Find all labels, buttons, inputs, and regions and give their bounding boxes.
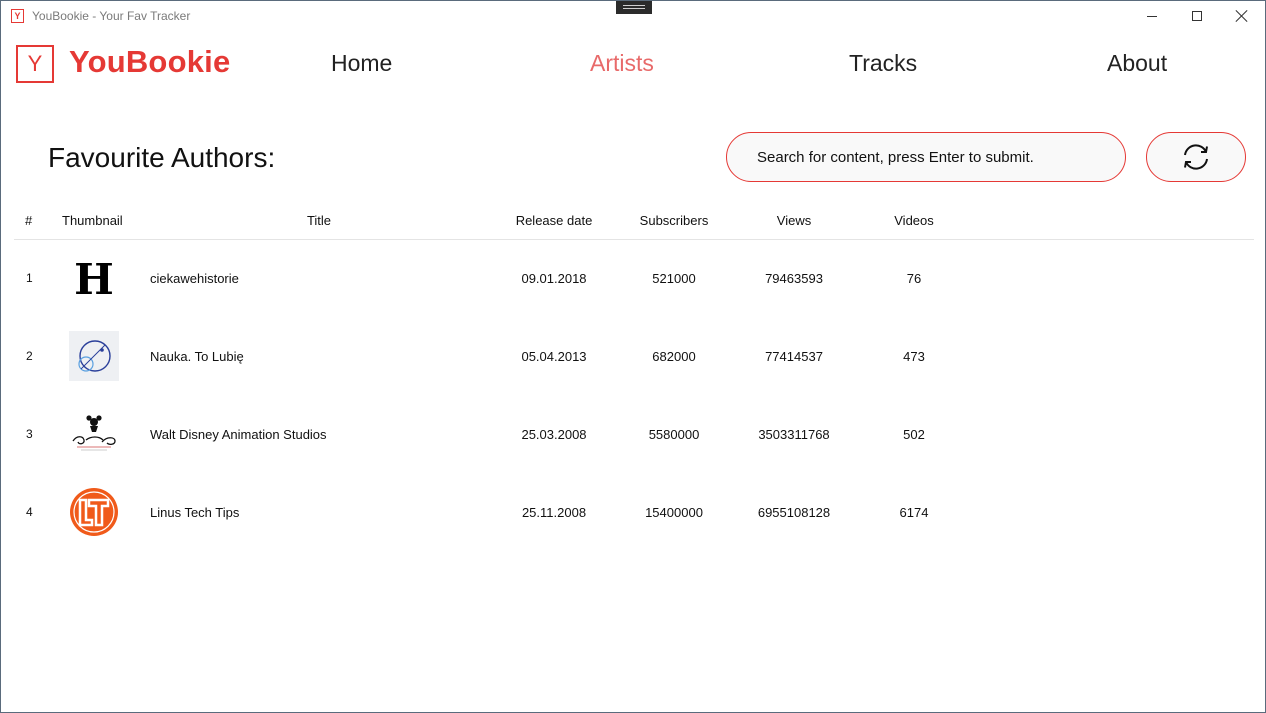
table-row[interactable]: 3 Walt Disney Animation Studios 25.03.20…: [1, 395, 1265, 473]
row-subscribers: 521000: [652, 271, 696, 286]
row-videos: 6174: [899, 505, 929, 520]
minimize-icon: [1147, 15, 1157, 17]
nav-home[interactable]: Home: [331, 50, 392, 77]
row-videos: 76: [906, 271, 922, 286]
row-number: 3: [26, 427, 33, 441]
row-release-date: 25.11.2008: [521, 505, 587, 520]
table-row[interactable]: 2 Nauka. To Lubię 05.04.2013 682000 7741…: [1, 317, 1265, 395]
table-row[interactable]: 1 H ciekawehistorie 09.01.2018 521000 79…: [1, 239, 1265, 317]
close-icon: [1235, 9, 1249, 23]
row-subscribers: 15400000: [645, 505, 703, 520]
refresh-button[interactable]: [1146, 132, 1246, 182]
column-header-videos[interactable]: Videos: [894, 213, 934, 228]
maximize-button[interactable]: [1174, 1, 1220, 31]
search-input[interactable]: [757, 148, 1107, 166]
history-logo-icon: H: [74, 255, 114, 304]
row-videos: 473: [903, 349, 925, 364]
column-header-number[interactable]: #: [25, 213, 32, 228]
row-number: 4: [26, 505, 33, 519]
row-videos: 502: [903, 427, 925, 442]
row-views: 3503311768: [758, 427, 830, 442]
page-title: Favourite Authors:: [48, 142, 276, 173]
row-views: 77414537: [765, 349, 823, 364]
row-release-date: 05.04.2013: [521, 349, 587, 364]
minimize-button[interactable]: [1129, 1, 1175, 31]
row-views: 79463593: [765, 271, 823, 286]
row-release-date: 25.03.2008: [521, 427, 587, 442]
row-title: ciekawehistorie: [150, 271, 239, 286]
column-header-title[interactable]: Title: [307, 213, 331, 228]
row-subscribers: 682000: [652, 349, 696, 364]
ltt-logo-icon: [70, 488, 118, 536]
search-box[interactable]: [726, 132, 1126, 182]
row-release-date: 09.01.2018: [521, 271, 587, 286]
svg-text:H: H: [74, 255, 114, 303]
thumbnail-science-orbit-logo: [69, 331, 119, 381]
refresh-icon: [1184, 144, 1208, 170]
row-title: Nauka. To Lubię: [150, 349, 244, 364]
row-number: 1: [26, 271, 33, 285]
app-window: Y YouBookie - Your Fav Tracker Y YouBook…: [0, 0, 1266, 713]
column-header-release-date[interactable]: Release date: [516, 213, 593, 228]
row-title: Linus Tech Tips: [150, 505, 240, 520]
logo-icon[interactable]: Y: [16, 45, 54, 83]
drag-handle[interactable]: [616, 1, 652, 14]
thumbnail-ltt-logo: [69, 487, 119, 537]
column-header-subscribers[interactable]: Subscribers: [640, 213, 709, 228]
nav-tracks[interactable]: Tracks: [849, 50, 917, 77]
brand-name[interactable]: YouBookie: [69, 44, 230, 80]
nav-about[interactable]: About: [1107, 50, 1167, 77]
title-bar[interactable]: Y YouBookie - Your Fav Tracker: [1, 1, 1265, 31]
thumbnail-history-h-logo: H: [69, 253, 119, 304]
table-row[interactable]: 4 Linus Tech Tips 25.11.2008 15400000 69…: [1, 473, 1265, 551]
window-title: YouBookie - Your Fav Tracker: [32, 9, 191, 23]
close-button[interactable]: [1219, 1, 1265, 31]
row-subscribers: 5580000: [648, 427, 700, 442]
column-header-thumbnail[interactable]: Thumbnail: [62, 213, 123, 228]
column-header-views[interactable]: Views: [777, 213, 811, 228]
app-icon: Y: [11, 9, 24, 23]
maximize-icon: [1192, 11, 1202, 21]
row-views: 6955108128: [757, 505, 831, 520]
row-number: 2: [26, 349, 33, 363]
row-title: Walt Disney Animation Studios: [150, 427, 327, 442]
thumbnail-disney-logo: [69, 409, 119, 459]
nav-artists[interactable]: Artists: [590, 50, 654, 77]
disney-logo-icon: [72, 415, 116, 451]
science-logo-icon: [78, 340, 111, 372]
